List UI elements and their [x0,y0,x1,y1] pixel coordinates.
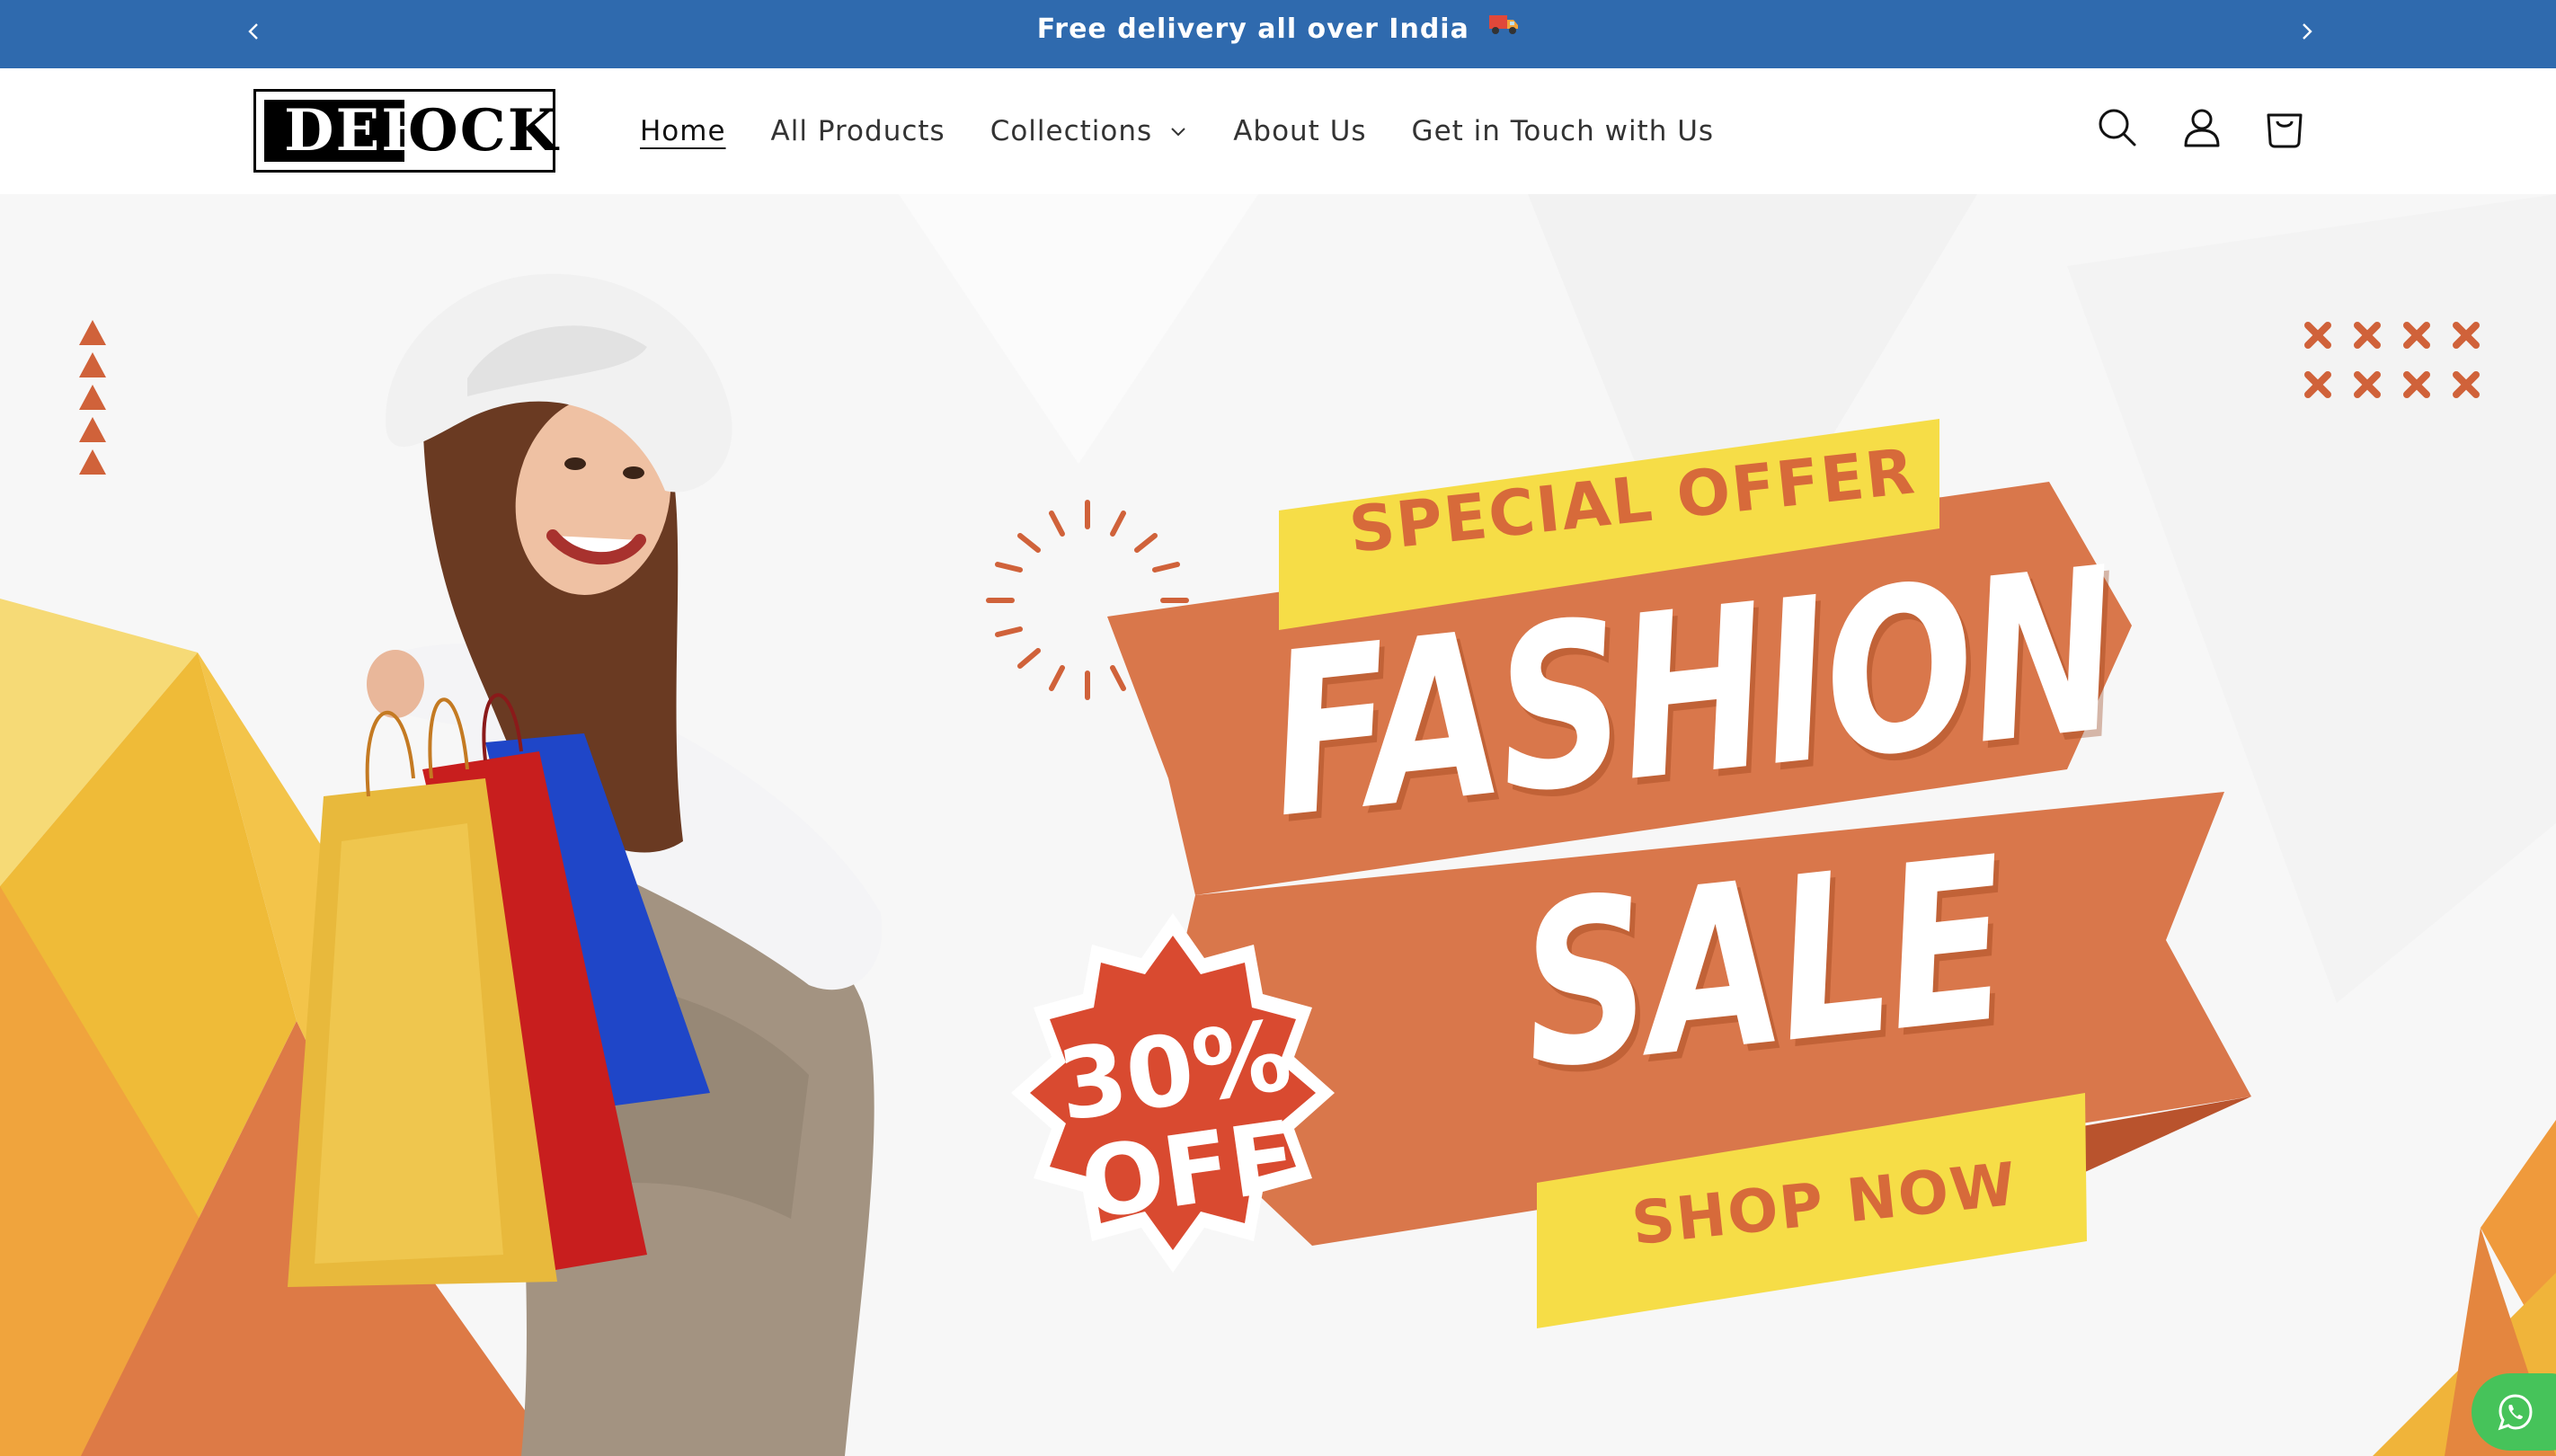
search-icon[interactable] [2094,104,2141,151]
main-nav: Home All Products Collections About Us G… [640,110,1759,153]
nav-collections[interactable]: Collections [990,115,1189,147]
hero-banner[interactable]: SPECIAL OFFER FASHION SALE 30% OFF SHOP … [0,194,2556,1456]
whatsapp-icon [2498,1394,2533,1431]
logo-part-ock: OCK [408,97,560,164]
site-header: DEB OCK Home All Products Collections Ab… [0,68,2556,194]
chevron-down-icon [1171,128,1185,137]
nav-home[interactable]: Home [640,115,726,147]
logo-part-deb: DEB [264,100,430,162]
announcement-text: Free delivery all over India [1036,13,1469,45]
chevron-right-icon[interactable] [2293,18,2320,45]
truck-emoji [1488,0,1519,58]
account-icon[interactable] [2179,104,2225,151]
site-logo[interactable]: DEB OCK [253,89,557,173]
nav-about-us[interactable]: About Us [1233,115,1366,147]
nav-collections-label: Collections [990,115,1153,147]
announcement-bar: Free delivery all over India [0,0,2556,68]
discount-text: 30% OFF [1034,999,1329,1241]
hero-artwork [0,194,2556,1456]
headline-sale: SALE [1510,808,2017,1120]
cart-icon[interactable] [2261,104,2308,151]
nav-all-products[interactable]: All Products [771,115,945,147]
whatsapp-button[interactable] [2472,1373,2556,1451]
nav-contact[interactable]: Get in Touch with Us [1412,115,1715,147]
announcement-message: Free delivery all over India [0,0,2556,68]
